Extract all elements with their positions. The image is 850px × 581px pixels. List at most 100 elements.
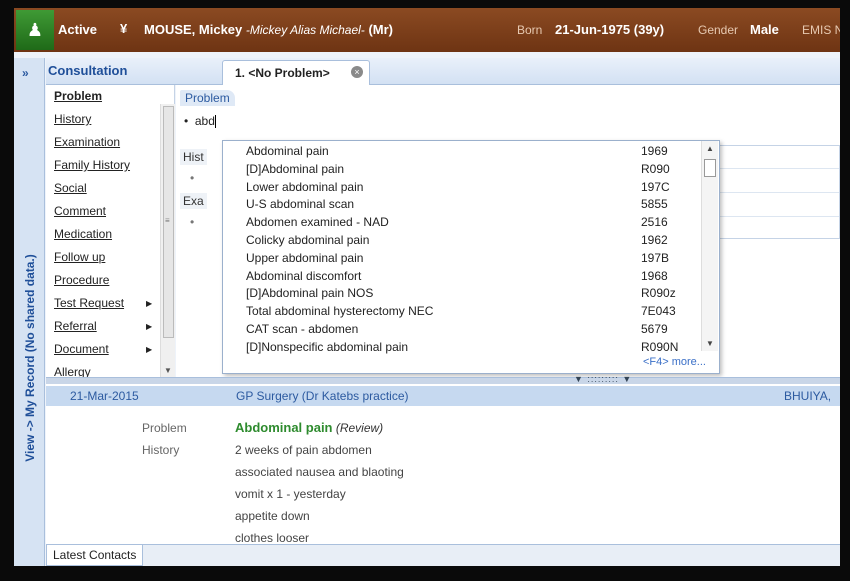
nav-item[interactable]: History — [54, 112, 91, 126]
nav-item[interactable]: Examination — [54, 135, 120, 149]
tab-latest-contacts[interactable]: Latest Contacts — [46, 545, 144, 566]
suggestion-item[interactable]: U-S abdominal scan 5855 — [223, 195, 701, 213]
scroll-down-icon[interactable]: ▼ — [706, 339, 714, 348]
more-results-link[interactable]: <F4> more... — [643, 356, 706, 368]
suggestion-code: 7E043 — [641, 304, 676, 319]
tab-no-problem[interactable]: 1. <No Problem> × — [222, 60, 370, 85]
record-view-label[interactable]: View -> My Record (No shared data.) — [23, 254, 37, 462]
history-line: 2 weeks of pain abdomen — [235, 443, 372, 457]
born-value: 21-Jun-1975 (39y) — [555, 22, 665, 37]
pane-splitter[interactable]: ▼ ::::::::: ▼ — [46, 374, 840, 384]
suggestion-code: 197C — [641, 179, 670, 194]
close-icon[interactable]: × — [351, 66, 363, 78]
history-line: clothes looser — [235, 531, 310, 544]
person-icon: ♟ — [26, 19, 44, 40]
code-suggestion-dropdown: ▲ ▼ <F4> more... Abdominal pain 1969 [D]Ab… — [222, 140, 720, 374]
bullet-icon: • — [184, 114, 189, 128]
nav-item[interactable]: Test Request — [54, 296, 124, 310]
text-caret — [214, 115, 216, 129]
suggestion-item[interactable]: Upper abdominal pain 197B — [223, 249, 701, 267]
suggestion-item[interactable]: [D]Abdominal pain NOS R090z — [223, 284, 701, 302]
suggestion-item[interactable]: Total abdominal hysterectomy NEC 7E043 — [223, 302, 701, 320]
record-view-strip[interactable]: » View -> My Record (No shared data.) — [14, 58, 45, 566]
scroll-up-icon[interactable]: ▲ — [706, 144, 714, 153]
dropdown-scrollbar[interactable]: ▲ ▼ — [701, 141, 718, 351]
nav-item[interactable]: Procedure — [54, 273, 109, 287]
suggestion-item[interactable]: [D]Abdominal pain R090 — [223, 160, 701, 178]
nav-item[interactable]: Allergy — [54, 365, 91, 377]
suggestion-code: R090z — [641, 286, 676, 301]
suggestion-term: Colicky abdominal pain — [246, 233, 370, 247]
suggestion-item[interactable]: [D]Nonspecific abdominal pain R090N — [223, 338, 701, 356]
scroll-down-icon[interactable]: ▼ — [164, 366, 172, 375]
suggestion-item[interactable]: Lower abdominal pain 197C — [223, 178, 701, 196]
panel-divider — [713, 192, 839, 193]
suggestion-item[interactable]: Abdominal discomfort 1968 — [223, 267, 701, 285]
examination-section-label: Exa — [180, 193, 207, 209]
panel-divider — [713, 168, 839, 169]
nav-item[interactable]: Follow up — [54, 250, 105, 264]
nav-item[interactable]: Document — [54, 342, 109, 356]
splitter-grip-icon[interactable]: ▼ ::::::::: ▼ — [574, 374, 632, 384]
panel-divider — [713, 216, 839, 217]
problem-entry[interactable]: • abd — [184, 114, 216, 129]
expand-icon[interactable]: » — [22, 66, 29, 80]
nav-scrollbar[interactable]: ≡ ▼ — [160, 104, 175, 377]
consultation-header: Consultation 1. <No Problem> × — [46, 58, 840, 85]
suggestion-code: 197B — [641, 250, 670, 265]
suggestion-term: Abdominal pain — [246, 144, 329, 158]
submenu-arrow-icon: ▶ — [146, 299, 153, 308]
patient-banner: ♟ Active ¥ MOUSE, Mickey -Mickey Alias M… — [14, 8, 840, 52]
history-line: appetite down — [235, 509, 310, 523]
record-problem-label: Problem — [142, 421, 187, 435]
consultation-sections-nav: Problem History Examination Family History S… — [46, 85, 175, 377]
born-label: Born — [517, 23, 543, 37]
suggestion-code: R090N — [641, 339, 679, 354]
submenu-arrow-icon: ▶ — [146, 345, 153, 354]
history-line: vomit x 1 - yesterday — [235, 487, 346, 501]
suggestion-term: Abdominal discomfort — [246, 268, 362, 283]
suggestion-item[interactable]: Colicky abdominal pain 1962 — [223, 231, 701, 249]
patient-menu-chevron-icon[interactable]: ¥ — [120, 21, 127, 36]
suggestion-item[interactable]: Abdomen examined - NAD 2516 — [223, 213, 701, 231]
record-history-label: History — [142, 443, 180, 457]
nav-item[interactable]: Comment — [54, 204, 106, 218]
bottom-tab-bar: Latest Contacts — [46, 544, 840, 566]
suggestion-item[interactable]: Abdominal pain 1969 — [223, 142, 701, 160]
gender-label: Gender — [698, 23, 739, 37]
history-line: associated nausea and blaoting — [235, 465, 404, 479]
suggestion-term: Abdomen examined - NAD — [246, 215, 389, 230]
emis-logo-icon[interactable]: ♟ — [16, 10, 54, 50]
record-date: 21-Mar-2015 — [70, 389, 139, 403]
nav-item[interactable]: Medication — [54, 227, 112, 241]
nav-item[interactable]: Family History — [54, 158, 130, 172]
suggestion-term: Upper abdominal pain — [246, 250, 364, 265]
emis-window: ♟ Active ¥ MOUSE, Mickey -Mickey Alias M… — [14, 8, 840, 566]
suggestion-term: [D]Abdominal pain NOS — [246, 286, 374, 301]
suggestion-item[interactable]: CAT scan - abdomen 5679 — [223, 320, 701, 338]
history-section-label: Hist — [180, 149, 207, 165]
suggestion-code: R090 — [641, 161, 670, 176]
record-location: GP Surgery (Dr Katebs practice) — [236, 389, 409, 403]
suggestion-code: 5855 — [641, 197, 668, 212]
suggestion-term: [D]Nonspecific abdominal pain — [246, 339, 409, 354]
record-view: 21-Mar-2015 GP Surgery (Dr Katebs practi… — [46, 384, 840, 544]
problem-status: (Review) — [335, 421, 384, 435]
dropdown-scroll-thumb[interactable] — [704, 159, 716, 177]
suggestion-term: Lower abdominal pain — [246, 179, 364, 194]
suggestion-code: 2516 — [641, 215, 668, 230]
patient-surname-forename: MOUSE, Mickey — [144, 22, 243, 37]
entry-details-panel — [712, 145, 840, 239]
grip-icon: ≡ — [165, 216, 170, 225]
nav-item[interactable]: Referral — [54, 319, 97, 333]
suggestion-code: 1968 — [641, 268, 668, 283]
nav-item[interactable]: Problem — [54, 89, 102, 103]
history-bullet-icon: • — [190, 171, 195, 185]
nav-item[interactable]: Social — [54, 181, 87, 195]
problem-search-input[interactable]: abd — [195, 114, 215, 128]
suggestion-code: 1962 — [641, 233, 668, 247]
consultation-record-header[interactable]: 21-Mar-2015 GP Surgery (Dr Katebs practi… — [46, 386, 840, 406]
submenu-arrow-icon: ▶ — [146, 322, 153, 331]
record-problem-value: Abdominal pain (Review) — [235, 420, 383, 435]
suggestion-code: 5679 — [641, 322, 668, 336]
